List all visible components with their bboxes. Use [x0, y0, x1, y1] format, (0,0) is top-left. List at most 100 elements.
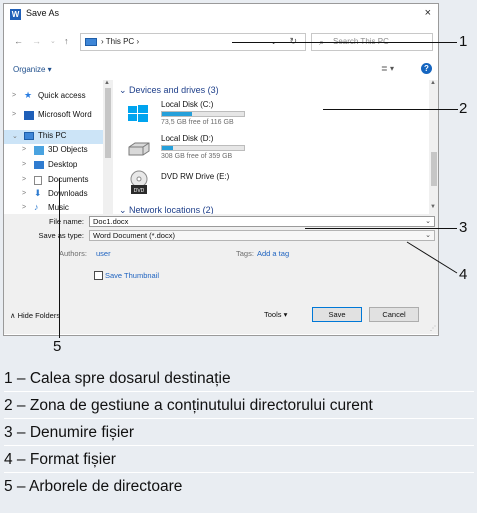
drive-d[interactable]: Local Disk (D:) 308 GB free of 359 GB [127, 134, 387, 164]
expand-icon[interactable]: > [22, 161, 26, 168]
music-icon: ♪ [34, 202, 39, 212]
star-icon: ★ [24, 90, 33, 100]
drive-name: Local Disk (C:) [161, 100, 214, 109]
authors-label: Authors: [59, 249, 87, 258]
word-icon [24, 111, 34, 120]
hard-drive-icon [128, 142, 150, 156]
tree-item-label: Downloads [48, 189, 88, 198]
drive-c[interactable]: Local Disk (C:) 73,5 GB free of 116 GB [127, 100, 387, 130]
windows-drive-icon [128, 105, 148, 122]
drive-free-space: 73,5 GB free of 116 GB [161, 119, 234, 126]
scroll-down-icon[interactable]: ▼ [430, 204, 436, 210]
tree-item-desktop[interactable]: > Desktop [4, 159, 103, 173]
file-name-label: File name: [48, 217, 84, 226]
tags-label: Tags: [236, 249, 254, 258]
drive-e[interactable]: DVD DVD RW Drive (E:) [127, 170, 387, 200]
drive-usage-bar [161, 145, 245, 151]
tree-item-label: This PC [38, 131, 67, 140]
tree-item-this-pc[interactable]: ⌄ This PC [4, 130, 103, 144]
expand-icon[interactable]: > [22, 190, 26, 197]
tree-scroll-thumb[interactable] [105, 88, 111, 158]
tree-item-microsoft-word[interactable]: > Microsoft Word [4, 109, 103, 123]
close-button[interactable]: × [425, 7, 431, 19]
tree-item-label: Microsoft Word [38, 110, 92, 119]
content-scrollbar[interactable]: ▲ ▼ [429, 80, 438, 214]
expand-icon[interactable]: > [22, 176, 26, 183]
download-icon: ⬇ [34, 188, 42, 198]
address-path[interactable]: › This PC › [101, 37, 139, 46]
save-form: File name: Doc1.docx ⌄ Save as type: Wor… [4, 214, 438, 334]
callout-number-3: 3 [459, 219, 468, 236]
scroll-up-icon[interactable]: ▲ [104, 80, 110, 86]
address-this-pc[interactable]: This PC [106, 37, 134, 46]
save-type-select[interactable]: Word Document (*.docx) ⌄ [89, 230, 435, 241]
expand-icon[interactable]: > [12, 111, 16, 118]
desktop-icon [34, 161, 44, 169]
network-group-header[interactable]: ⌄ Network locations (2) [119, 205, 214, 214]
legend-item-5: 5 – Arborele de directoare [4, 478, 183, 495]
word-app-icon: W [10, 9, 21, 20]
cancel-button[interactable]: Cancel [369, 307, 419, 322]
save-type-value[interactable]: Word Document (*.docx) [93, 231, 175, 240]
up-arrow-icon[interactable]: ↑ [64, 36, 69, 46]
back-arrow-icon[interactable]: ← [14, 36, 23, 46]
file-name-value[interactable]: Doc1.docx [93, 217, 128, 226]
scroll-up-icon[interactable]: ▲ [430, 80, 436, 86]
tags-input[interactable]: Add a tag [257, 249, 289, 258]
tools-button[interactable]: Tools ▾ [264, 310, 287, 319]
collapse-icon[interactable]: ⌄ [12, 132, 18, 140]
tree-item-downloads[interactable]: > ⬇ Downloads [4, 188, 103, 202]
callout-line-1 [232, 42, 457, 43]
tree-item-documents[interactable]: > Documents [4, 174, 103, 188]
tree-scrollbar[interactable]: ▲ [103, 80, 113, 214]
save-type-dropdown-icon[interactable]: ⌄ [425, 231, 431, 240]
title-bar: W Save As × [4, 4, 438, 26]
recent-dropdown-icon[interactable]: ⌄ [50, 37, 56, 45]
legend-item-4: 4 – Format fișier [4, 451, 116, 468]
legend-divider [4, 445, 474, 446]
tree-item-label: Documents [48, 175, 89, 184]
save-thumbnail-checkbox[interactable] [94, 271, 103, 280]
tools-label: Tools [264, 310, 282, 319]
cube-icon [34, 146, 44, 155]
save-thumbnail-label[interactable]: Save Thumbnail [105, 271, 159, 280]
legend-divider [4, 391, 474, 392]
legend-divider [4, 472, 474, 473]
tree-item-3d-objects[interactable]: > 3D Objects [4, 144, 103, 158]
help-icon[interactable]: ? [421, 63, 432, 74]
legend-item-2: 2 – Zona de gestiune a conținutului dire… [4, 397, 373, 414]
resize-grip-icon[interactable]: ⋰ [430, 325, 436, 332]
expand-icon[interactable]: > [12, 92, 16, 99]
drive-free-space: 308 GB free of 359 GB [161, 153, 233, 160]
drive-usage-fill [162, 146, 174, 150]
tree-item-label: 3D Objects [48, 145, 88, 154]
hide-folders-button[interactable]: ∧ Hide Folders [10, 311, 60, 320]
tree-item-quick-access[interactable]: > ★ Quick access [4, 90, 103, 104]
tree-item-music[interactable]: > ♪ Music [4, 202, 103, 214]
tree-item-label: Desktop [48, 160, 78, 169]
save-button[interactable]: Save [312, 307, 362, 322]
organize-button[interactable]: Organize ▾ [13, 65, 52, 74]
expand-icon[interactable]: > [22, 204, 26, 211]
devices-group-label: Devices and drives (3) [129, 85, 219, 95]
callout-number-5: 5 [53, 338, 62, 355]
authors-value[interactable]: user [96, 249, 111, 258]
save-as-dialog: W Save As × ← → ⌄ ↑ › This PC › ⌄ ↻ ⌕ Se… [3, 3, 439, 336]
devices-group-header[interactable]: ⌄ Devices and drives (3) [119, 85, 219, 96]
file-name-dropdown-icon[interactable]: ⌄ [425, 217, 431, 226]
drive-usage-fill [162, 112, 193, 116]
content-scroll-thumb[interactable] [431, 152, 437, 186]
callout-line-3 [305, 228, 457, 229]
callout-line-2 [323, 109, 458, 110]
forward-arrow-icon[interactable]: → [32, 36, 41, 46]
drive-name: Local Disk (D:) [161, 134, 214, 143]
address-chevron-icon[interactable]: › [136, 37, 139, 46]
callout-number-2: 2 [459, 100, 468, 117]
pc-icon [85, 38, 97, 46]
expand-icon[interactable]: > [22, 146, 26, 153]
legend-item-3: 3 – Denumire fișier [4, 424, 135, 441]
file-name-input[interactable]: Doc1.docx ⌄ [89, 216, 435, 227]
network-group-label: Network locations (2) [129, 205, 214, 214]
views-button[interactable]: ≣ ▾ [381, 64, 394, 73]
document-icon [34, 176, 42, 185]
